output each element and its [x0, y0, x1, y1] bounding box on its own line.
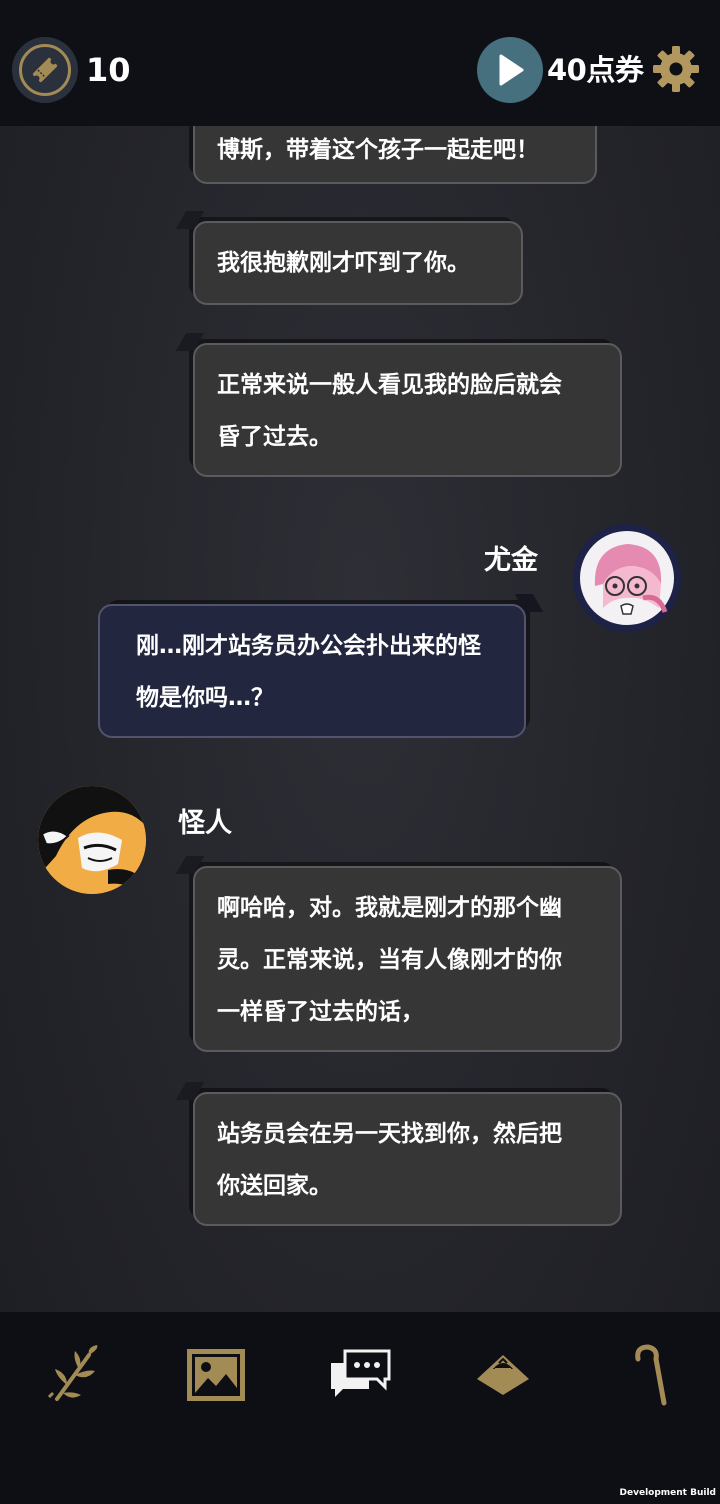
play-icon	[499, 54, 524, 86]
message-line: 刚…刚才站务员办公会扑出来的怪	[136, 633, 481, 659]
nav-item-hat[interactable]	[468, 1340, 538, 1410]
ticket-button[interactable]	[12, 37, 78, 103]
message-line: 昏了过去。	[217, 424, 332, 450]
speaker-name-eugene: 尤金	[484, 545, 538, 576]
ticket-icon	[19, 44, 71, 96]
nav-item-gallery[interactable]	[181, 1340, 251, 1410]
cane-icon	[635, 1344, 667, 1406]
ticket-count: 10	[86, 51, 131, 89]
npc-message-bubble[interactable]: 正常来说一般人看见我的脸后就会 昏了过去。	[193, 343, 622, 477]
coupon-balance: 40点券	[547, 53, 644, 87]
message-line: 你送回家。	[217, 1173, 332, 1199]
message-line: 物是你吗…？	[136, 685, 274, 711]
message-line: 啊哈哈，对。我就是刚才的那个幽	[217, 895, 562, 921]
npc-message-bubble[interactable]: 我很抱歉刚才吓到了你。	[193, 221, 523, 305]
hat-icon	[477, 1355, 529, 1395]
nav-item-branch[interactable]	[38, 1340, 108, 1410]
message-line: 站务员会在另一天找到你，然后把	[217, 1121, 562, 1147]
monster-avatar	[38, 786, 146, 894]
chat-log[interactable]: 博斯，带着这个孩子一起走吧！ 我很抱歉刚才吓到了你。 正常来说一般人看见我的脸后…	[0, 0, 720, 1312]
top-bar: 10 40点券	[0, 0, 720, 126]
message-line: 博斯，带着这个孩子一起走吧！	[217, 137, 539, 163]
npc-message-bubble[interactable]: 啊哈哈，对。我就是刚才的那个幽 灵。正常来说，当有人像刚才的你 一样昏了过去的话…	[193, 866, 622, 1052]
speaker-name-monster: 怪人	[178, 808, 232, 839]
eugene-avatar	[573, 524, 681, 632]
watch-ad-button[interactable]	[477, 37, 543, 103]
dev-build-label: Development Build	[619, 1488, 716, 1498]
screen: 博斯，带着这个孩子一起走吧！ 我很抱歉刚才吓到了你。 正常来说一般人看见我的脸后…	[0, 0, 720, 1504]
leaf-branch-icon	[47, 1345, 98, 1401]
message-line: 正常来说一般人看见我的脸后就会	[217, 372, 562, 398]
chat-bubbles-icon	[331, 1349, 391, 1397]
nav-item-chat[interactable]	[325, 1340, 395, 1410]
message-line: 灵。正常来说，当有人像刚才的你	[217, 947, 562, 973]
npc-message-bubble[interactable]: 站务员会在另一天找到你，然后把 你送回家。	[193, 1092, 622, 1226]
settings-gear-icon[interactable]	[652, 45, 700, 93]
gallery-image-icon	[187, 1349, 245, 1401]
message-line: 我很抱歉刚才吓到了你。	[217, 250, 470, 276]
nav-item-cane[interactable]	[611, 1340, 681, 1410]
message-line: 一样昏了过去的话，	[217, 999, 424, 1025]
player-message-bubble[interactable]: 刚…刚才站务员办公会扑出来的怪 物是你吗…？	[98, 604, 526, 738]
